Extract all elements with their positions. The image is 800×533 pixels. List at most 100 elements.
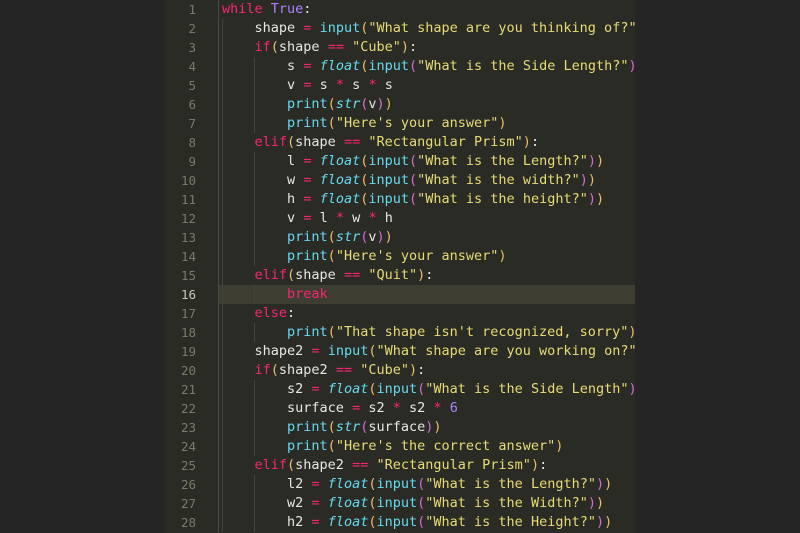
code-line[interactable]: 22 surface = s2 * s2 * 6 [165, 399, 635, 418]
code-lines[interactable]: 1 while True: 2 shape = input("What shape … [165, 0, 635, 532]
code-line[interactable]: 25 elif(shape2 == "Rectangular Prism"): [165, 456, 635, 475]
line-number[interactable]: 3 [165, 38, 196, 57]
line-number[interactable]: 25 [165, 456, 196, 475]
line-number[interactable]: 5 [165, 76, 196, 95]
token: h2 [287, 514, 304, 530]
token: w [287, 172, 296, 188]
line-number[interactable]: 18 [165, 323, 196, 342]
code-line[interactable]: 8 elif(shape == "Rectangular Prism"): [165, 133, 635, 152]
code-line[interactable]: 16 break [165, 285, 635, 304]
line-number[interactable]: 2 [165, 19, 196, 38]
token: print [287, 229, 328, 245]
line-number[interactable]: 12 [165, 209, 196, 228]
code-line[interactable]: 18 print("That shape isn't recognized, s… [165, 323, 635, 342]
code-line-text: l2 = float(input("What is the Length?")) [222, 475, 612, 494]
line-number[interactable]: 17 [165, 304, 196, 323]
code-line[interactable]: 3 if(shape == "Cube"): [165, 38, 635, 57]
code-line[interactable]: 14 print("Here's your answer") [165, 247, 635, 266]
token: == [343, 267, 361, 283]
token: * [368, 77, 377, 93]
line-number[interactable]: 1 [165, 0, 196, 19]
line-number[interactable]: 8 [165, 133, 196, 152]
token: if [254, 39, 271, 55]
code-line[interactable]: 7 print("Here's your answer") [165, 114, 635, 133]
code-line-text: break [222, 285, 328, 304]
token: ( [409, 191, 418, 207]
code-line[interactable]: 10 w = float(input("What is the width?")… [165, 171, 635, 190]
token: elif [254, 134, 288, 150]
code-line[interactable]: 21 s2 = float(input("What is the Side Le… [165, 380, 635, 399]
line-number[interactable]: 22 [165, 399, 196, 418]
code-surface[interactable]: 1 while True: 2 shape = input("What shape … [165, 0, 635, 533]
token: ) [587, 191, 596, 207]
code-line[interactable]: 28 h2 = float(input("What is the Height?… [165, 513, 635, 532]
line-number[interactable]: 19 [165, 342, 196, 361]
token: input [368, 191, 410, 207]
code-line[interactable]: 20 if(shape2 == "Cube"): [165, 361, 635, 380]
line-number[interactable]: 4 [165, 57, 196, 76]
token: ( [368, 476, 377, 492]
token: ( [368, 381, 377, 397]
code-line[interactable]: 15 elif(shape == "Quit"): [165, 266, 635, 285]
token: = [352, 400, 361, 416]
line-number[interactable]: 21 [165, 380, 196, 399]
code-line[interactable]: 12 v = l * w * h [165, 209, 635, 228]
code-line[interactable]: 23 print(str(surface)) [165, 418, 635, 437]
code-line[interactable]: 24 print("Here's the correct answer") [165, 437, 635, 456]
code-line[interactable]: 5 v = s * s * s [165, 76, 635, 95]
code-line[interactable]: 19 shape2 = input("What shape are you wo… [165, 342, 635, 361]
line-number[interactable]: 9 [165, 152, 196, 171]
token: ( [327, 419, 336, 435]
line-number[interactable]: 20 [165, 361, 196, 380]
line-number[interactable]: 15 [165, 266, 196, 285]
line-number[interactable]: 14 [165, 247, 196, 266]
token: ( [287, 134, 296, 150]
token: surface [368, 419, 426, 435]
line-number[interactable]: 11 [165, 190, 196, 209]
code-line[interactable]: 6 print(str(v)) [165, 95, 635, 114]
code-line-text: print("Here's your answer") [222, 114, 506, 133]
line-number[interactable]: 27 [165, 494, 196, 513]
code-line[interactable]: 4 s = float(input("What is the Side Leng… [165, 57, 635, 76]
line-number[interactable]: 28 [165, 513, 196, 532]
token: s2 [287, 381, 304, 397]
line-number[interactable]: 16 [165, 285, 196, 304]
token: ( [287, 457, 296, 473]
token: ( [287, 267, 296, 283]
token: ( [270, 39, 279, 55]
line-number[interactable]: 13 [165, 228, 196, 247]
code-line[interactable]: 11 h = float(input("What is the height?"… [165, 190, 635, 209]
token: ) [595, 153, 605, 169]
line-number[interactable]: 26 [165, 475, 196, 494]
code-line[interactable]: 2 shape = input("What shape are you thin… [165, 19, 635, 38]
code-line[interactable]: 13 print(str(v)) [165, 228, 635, 247]
line-number[interactable]: 7 [165, 114, 196, 133]
code-line-text: s = float(input("What is the Side Length… [222, 57, 635, 76]
token: * [368, 210, 377, 226]
code-line[interactable]: 17 else: [165, 304, 635, 323]
token: : [409, 39, 418, 55]
line-number[interactable]: 23 [165, 418, 196, 437]
code-line[interactable]: 1 while True: [165, 0, 635, 19]
code-line[interactable]: 9 l = float(input("What is the Length?")… [165, 152, 635, 171]
code-line-text: w2 = float(input("What is the Width?")) [222, 494, 604, 513]
line-number[interactable]: 10 [165, 171, 196, 190]
code-line[interactable]: 26 l2 = float(input("What is the Length?… [165, 475, 635, 494]
token: == [352, 457, 369, 473]
line-number[interactable]: 24 [165, 437, 196, 456]
code-line[interactable]: 27 w2 = float(input("What is the Width?"… [165, 494, 635, 513]
line-number[interactable]: 6 [165, 95, 196, 114]
